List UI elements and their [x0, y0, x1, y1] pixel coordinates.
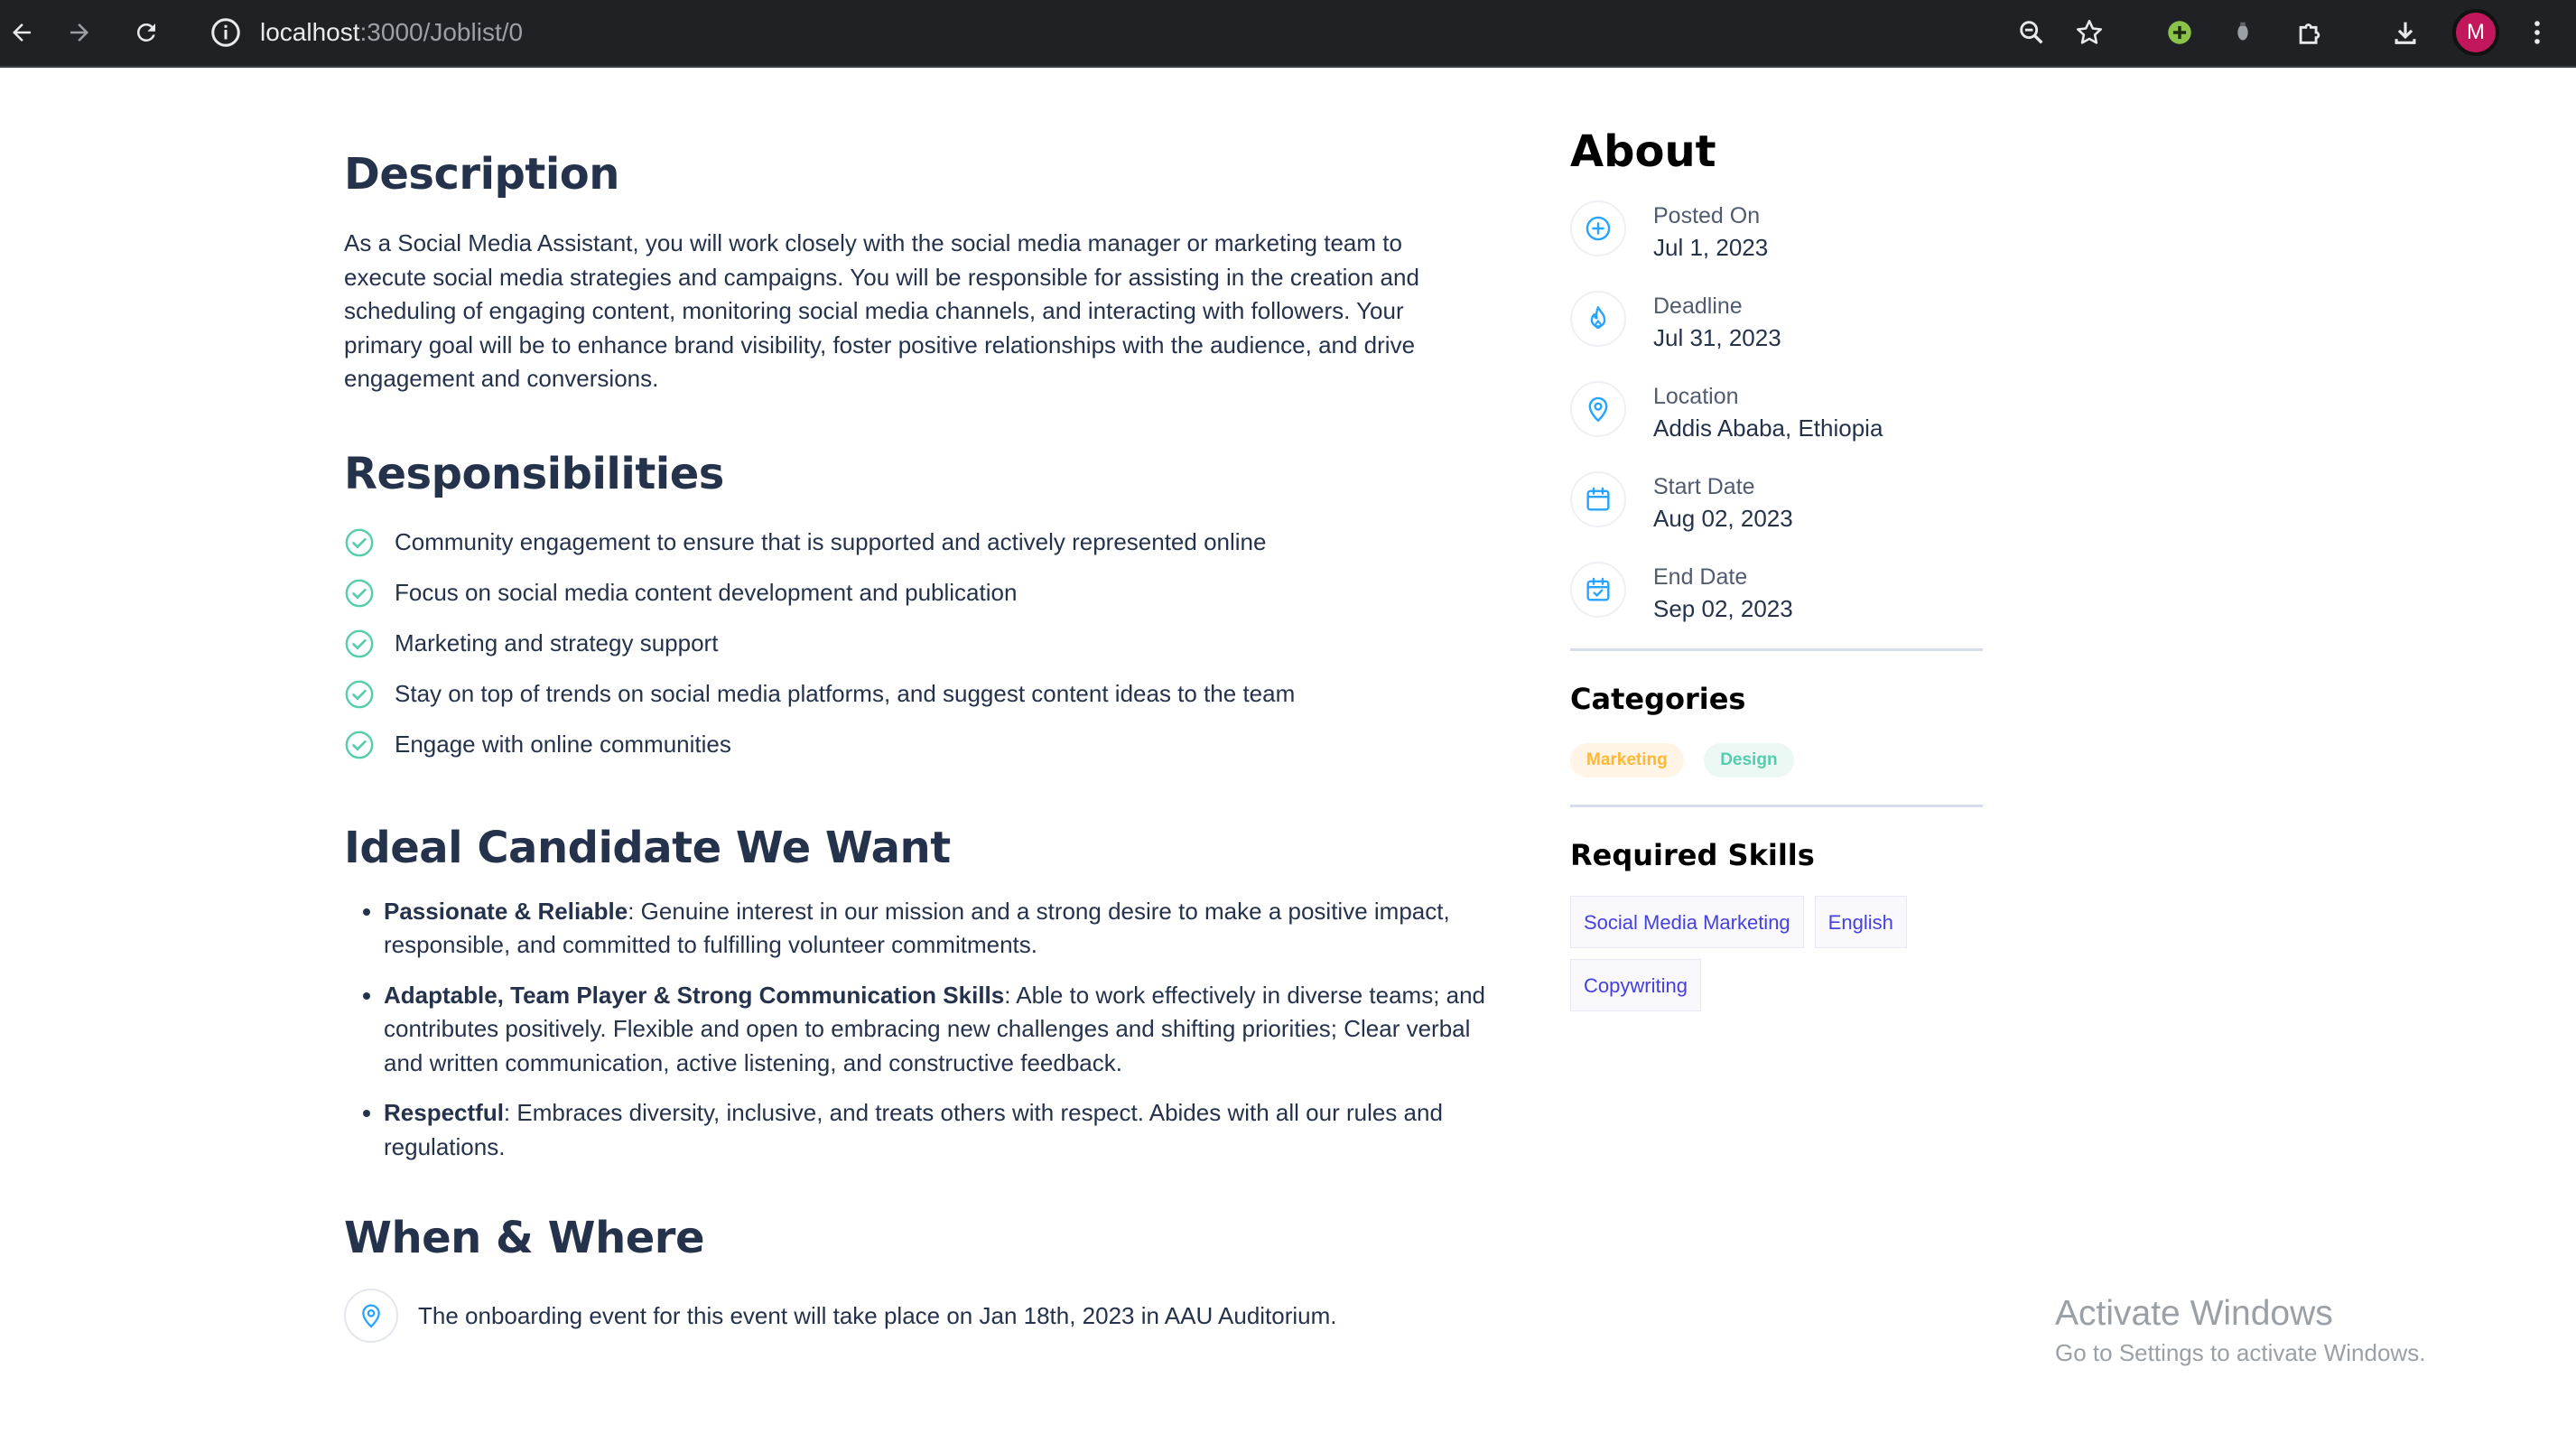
required-skills-heading: Required Skills	[1570, 838, 1815, 872]
site-info-icon[interactable]	[209, 16, 242, 49]
description-text: As a Social Media Assistant, you will wo…	[344, 229, 1419, 392]
description-heading: Description	[344, 149, 619, 200]
about-item-posted-on: Posted On Jul 1, 2023	[1570, 200, 1983, 291]
when-where-text: The onboarding event for this event will…	[418, 1301, 1337, 1329]
about-value: Jul 31, 2023	[1653, 324, 1781, 351]
candidate-trait-text: : Embraces diversity, inclusive, and tre…	[384, 1099, 1443, 1160]
candidate-trait: Respectful: Embraces diversity, inclusiv…	[384, 1096, 1503, 1164]
responsibilities-heading: Responsibilities	[344, 448, 724, 499]
responsibility-text: Engage with online communities	[395, 731, 731, 758]
about-heading: About	[1570, 126, 1716, 177]
candidate-trait: Passionate & Reliable: Genuine interest …	[384, 895, 1503, 963]
calendar-check-icon	[1570, 562, 1626, 618]
responsibility-text: Community engagement to ensure that is s…	[395, 528, 1267, 555]
about-label: End Date	[1653, 564, 1748, 590]
candidate-trait-title: Respectful	[384, 1099, 504, 1126]
responsibility-text: Marketing and strategy support	[395, 629, 719, 656]
skill-tag[interactable]: Copywriting	[1570, 959, 1701, 1011]
url-text[interactable]: localhost:3000/Joblist/0	[260, 15, 523, 50]
about-value: Jul 1, 2023	[1653, 234, 1769, 261]
responsibility-item: Stay on top of trends on social media pl…	[344, 669, 1500, 720]
about-value: Addis Ababa, Ethiopia	[1653, 414, 1883, 442]
check-circle-icon	[345, 579, 374, 607]
about-value: Aug 02, 2023	[1653, 505, 1793, 532]
divider	[1570, 648, 1983, 651]
candidate-trait: Adaptable, Team Player & Strong Communic…	[384, 979, 1503, 1081]
responsibility-text: Focus on social media content developmen…	[395, 579, 1018, 606]
about-item-end-date: End Date Sep 02, 2023	[1570, 562, 1983, 652]
zoom-icon[interactable]	[2010, 11, 2053, 54]
extension-plus-icon[interactable]	[2158, 11, 2201, 54]
check-circle-icon	[345, 731, 374, 759]
categories-heading: Categories	[1570, 682, 1746, 716]
candidate-trait-title: Adaptable, Team Player & Strong Communic…	[384, 981, 1005, 1009]
extensions-puzzle-icon[interactable]	[2288, 11, 2331, 54]
about-item-location: Location Addis Ababa, Ethiopia	[1570, 381, 1983, 471]
about-value: Sep 02, 2023	[1653, 595, 1793, 622]
about-label: Deadline	[1653, 293, 1743, 319]
responsibility-item: Marketing and strategy support	[344, 619, 1500, 669]
responsibilities-list: Community engagement to ensure that is s…	[344, 517, 1500, 770]
skills-list: Social Media Marketing English Copywriting	[1570, 896, 1983, 1022]
responsibility-item: Community engagement to ensure that is s…	[344, 517, 1500, 568]
calendar-icon	[1570, 471, 1626, 527]
address-bar[interactable]: localhost:3000/Joblist/0	[199, 5, 1594, 61]
about-item-deadline: Deadline Jul 31, 2023	[1570, 291, 1983, 381]
download-icon[interactable]	[2384, 11, 2427, 54]
about-label: Start Date	[1653, 474, 1755, 499]
categories-list: Marketing Design	[1570, 743, 1983, 777]
candidate-trait-title: Passionate & Reliable	[384, 897, 628, 925]
check-circle-icon	[345, 528, 374, 556]
profile-avatar[interactable]: M	[2452, 9, 2499, 56]
category-tag-design[interactable]: Design	[1704, 743, 1794, 777]
job-details-main: Description As a Social Media Assistant,…	[344, 144, 1500, 1343]
location-pin-icon	[1570, 381, 1626, 437]
watermark-subtitle: Go to Settings to activate Windows.	[2055, 1339, 2426, 1366]
about-label: Location	[1653, 384, 1739, 409]
activate-windows-watermark: Activate Windows Go to Settings to activ…	[2055, 1291, 2425, 1369]
location-pin-icon	[344, 1289, 398, 1343]
plus-circle-icon	[1570, 200, 1626, 256]
about-item-start-date: Start Date Aug 02, 2023	[1570, 471, 1983, 562]
when-where-row: The onboarding event for this event will…	[344, 1289, 1500, 1343]
bookmark-star-icon[interactable]	[2068, 11, 2111, 54]
job-sidebar: About Posted On Jul 1, 2023 Deadline Jul…	[1570, 126, 1983, 1022]
kebab-menu-icon[interactable]	[2516, 11, 2559, 54]
ideal-candidate-list: Passionate & Reliable: Genuine interest …	[344, 895, 1503, 1165]
about-label: Posted On	[1653, 203, 1761, 228]
category-tag-marketing[interactable]: Marketing	[1570, 743, 1684, 777]
watermark-title: Activate Windows	[2055, 1294, 2333, 1333]
browser-toolbar: localhost:3000/Joblist/0 M	[0, 0, 2576, 66]
responsibility-item: Focus on social media content developmen…	[344, 568, 1500, 619]
responsibility-item: Engage with online communities	[344, 720, 1500, 770]
check-circle-icon	[345, 629, 374, 657]
back-arrow-icon[interactable]	[0, 11, 43, 54]
forward-arrow-icon[interactable]	[58, 11, 101, 54]
ideal-candidate-heading: Ideal Candidate We Want	[344, 822, 951, 873]
skill-tag[interactable]: Social Media Marketing	[1570, 896, 1804, 948]
check-circle-icon	[345, 680, 374, 708]
about-list: Posted On Jul 1, 2023 Deadline Jul 31, 2…	[1570, 200, 1983, 652]
extension-bulb-icon[interactable]	[2221, 11, 2264, 54]
when-where-heading: When & Where	[344, 1213, 705, 1263]
fire-icon	[1570, 291, 1626, 347]
responsibility-text: Stay on top of trends on social media pl…	[395, 680, 1296, 707]
reload-icon[interactable]	[125, 11, 168, 54]
divider	[1570, 805, 1983, 807]
skill-tag[interactable]: English	[1814, 896, 1907, 948]
